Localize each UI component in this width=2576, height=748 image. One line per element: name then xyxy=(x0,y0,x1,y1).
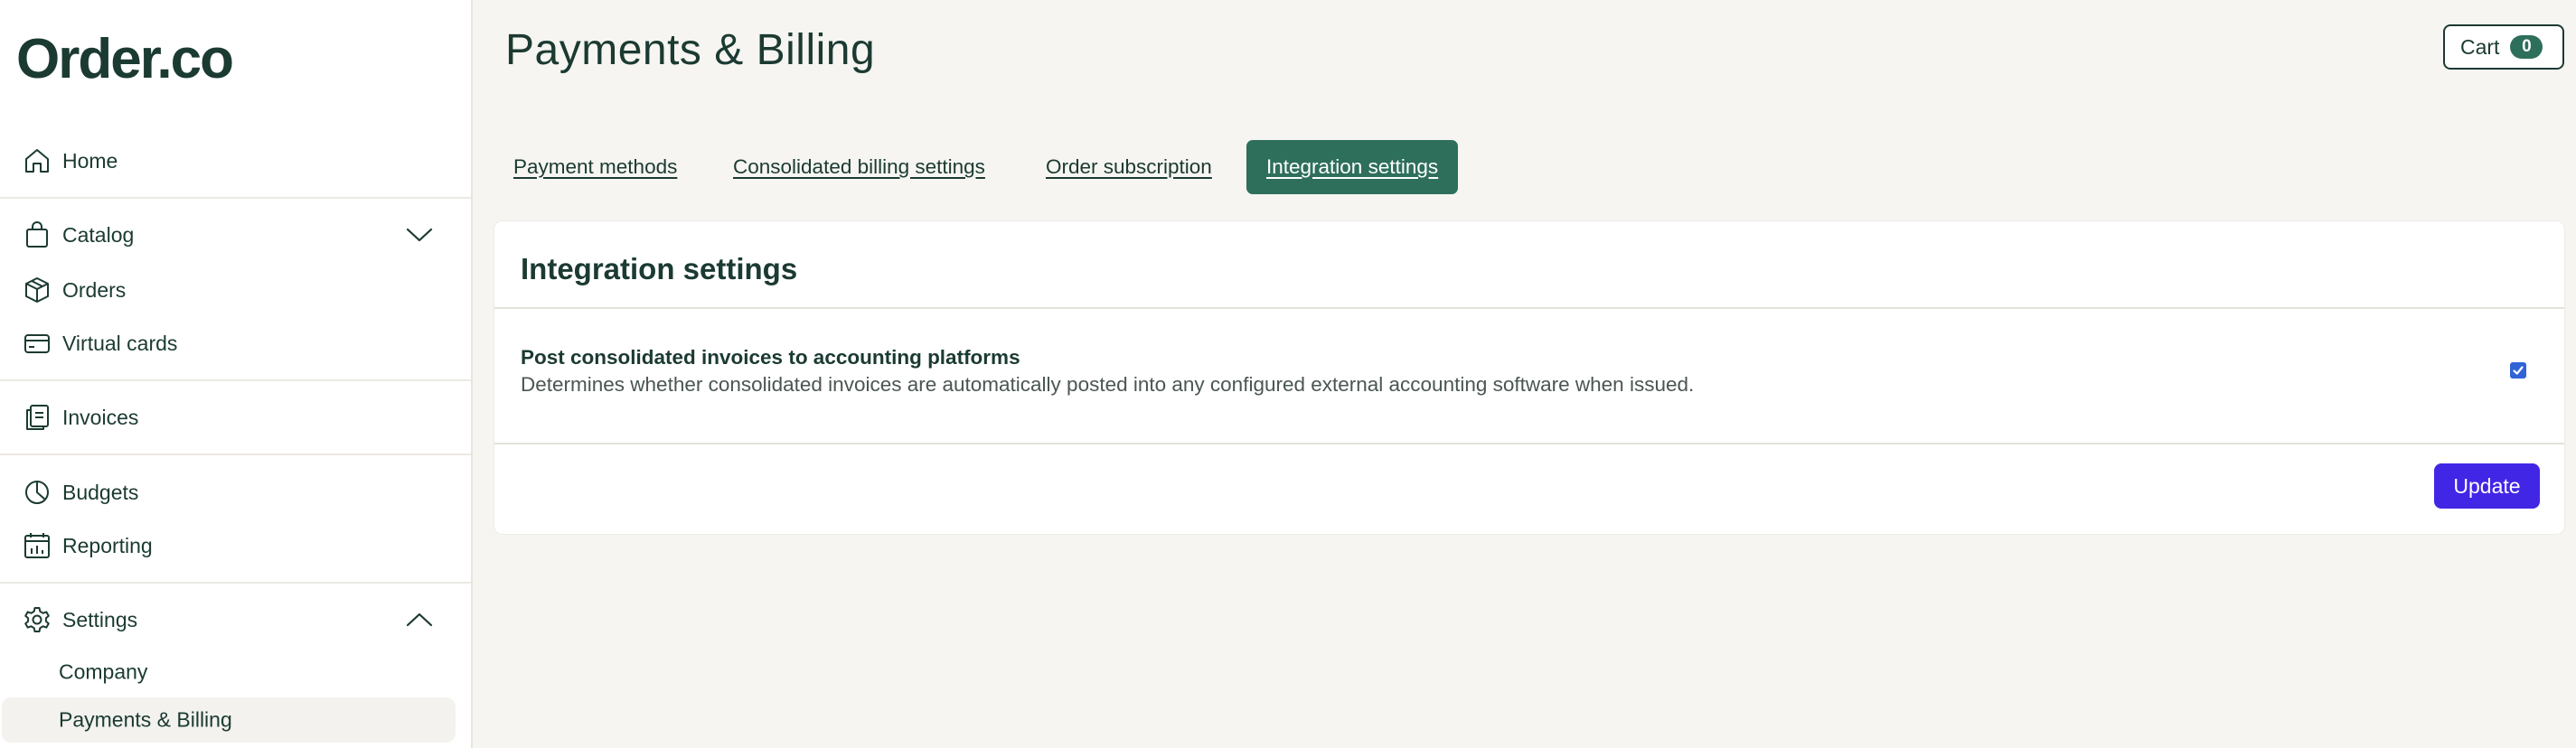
integration-settings-card: Integration settings Post consolidated i… xyxy=(494,220,2565,535)
sidebar-subitem-company[interactable]: Company xyxy=(0,650,471,695)
sidebar-item-budgets[interactable]: Budgets xyxy=(0,467,471,518)
sidebar-item-reporting[interactable]: Reporting xyxy=(0,520,471,571)
sidebar-subitem-label: Company xyxy=(59,659,148,684)
pie-chart-icon xyxy=(22,477,52,508)
sidebar-item-label: Home xyxy=(62,148,118,173)
credit-card-icon xyxy=(22,328,52,359)
gear-icon xyxy=(22,604,52,635)
sidebar-item-label: Catalog xyxy=(62,222,135,247)
sidebar-divider xyxy=(0,453,471,455)
page-title: Payments & Billing xyxy=(505,26,876,74)
calendar-report-icon xyxy=(22,530,52,561)
update-button[interactable]: Update xyxy=(2434,463,2540,509)
sidebar-item-virtual-cards[interactable]: Virtual cards xyxy=(0,318,471,369)
tab-payment-methods[interactable]: Payment methods xyxy=(494,140,697,194)
home-icon xyxy=(22,145,52,176)
sidebar-subitem-label: Payments & Billing xyxy=(59,707,232,732)
sidebar-item-catalog[interactable]: Catalog xyxy=(0,210,471,260)
sidebar-item-label: Invoices xyxy=(62,405,139,429)
post-invoices-checkbox[interactable] xyxy=(2510,362,2526,379)
sidebar-subitem-payments-billing[interactable]: Payments & Billing xyxy=(2,697,456,743)
sidebar-item-label: Virtual cards xyxy=(62,331,178,355)
card-divider xyxy=(494,443,2564,444)
sidebar-item-orders[interactable]: Orders xyxy=(0,265,471,315)
sidebar-divider xyxy=(0,197,471,199)
package-icon xyxy=(22,275,52,305)
sidebar-item-settings[interactable]: Settings xyxy=(0,594,471,645)
sidebar-item-label: Reporting xyxy=(62,533,153,557)
setting-description: Determines whether consolidated invoices… xyxy=(521,373,1695,396)
shopping-bag-icon xyxy=(22,220,52,250)
card-divider xyxy=(494,307,2564,309)
brand-logo[interactable]: Order.co xyxy=(16,27,234,91)
sidebar: Order.co Home Catalog Orders Virtual car… xyxy=(0,0,473,748)
sidebar-item-label: Settings xyxy=(62,607,138,631)
tab-integration-settings[interactable]: Integration settings xyxy=(1246,140,1459,194)
invoice-icon xyxy=(22,402,52,433)
sidebar-item-home[interactable]: Home xyxy=(0,136,471,186)
sidebar-divider xyxy=(0,582,471,584)
cart-count-badge: 0 xyxy=(2510,35,2543,59)
tab-consolidated-billing-settings[interactable]: Consolidated billing settings xyxy=(713,140,1005,194)
card-title: Integration settings xyxy=(521,252,798,285)
sidebar-item-label: Orders xyxy=(62,277,127,302)
cart-button[interactable]: Cart 0 xyxy=(2443,24,2564,70)
chevron-up-icon[interactable] xyxy=(403,603,436,636)
sidebar-item-label: Budgets xyxy=(62,480,139,504)
sidebar-item-invoices[interactable]: Invoices xyxy=(0,392,471,443)
checkmark-icon xyxy=(2513,366,2524,375)
setting-name: Post consolidated invoices to accounting… xyxy=(521,346,1020,369)
chevron-down-icon[interactable] xyxy=(403,219,436,251)
tab-order-subscription[interactable]: Order subscription xyxy=(1026,140,1232,194)
cart-label: Cart xyxy=(2460,34,2500,59)
sidebar-divider xyxy=(0,379,471,381)
